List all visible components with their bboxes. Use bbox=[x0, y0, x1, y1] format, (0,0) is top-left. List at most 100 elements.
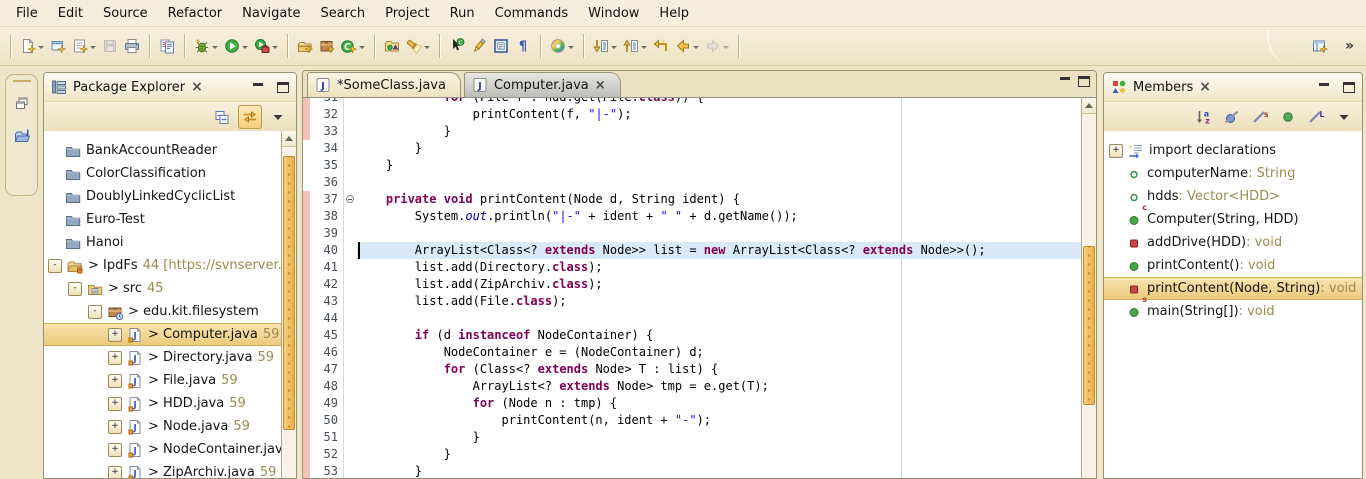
dropdown-arrow-icon[interactable] bbox=[90, 46, 96, 49]
code-text[interactable]: } bbox=[357, 157, 1081, 174]
line-number[interactable]: 40 bbox=[310, 242, 344, 259]
quick-diff-ruler[interactable] bbox=[303, 344, 310, 361]
show-source-button[interactable] bbox=[490, 32, 512, 60]
tree-item-colorclassification[interactable]: ColorClassification bbox=[44, 162, 296, 185]
code-text[interactable] bbox=[357, 310, 1081, 327]
line-number[interactable]: 36 bbox=[310, 174, 344, 191]
fold-ruler[interactable] bbox=[344, 276, 357, 293]
maximize-icon[interactable] bbox=[1343, 82, 1355, 93]
fold-ruler[interactable] bbox=[344, 327, 357, 344]
fold-ruler[interactable] bbox=[344, 208, 357, 225]
tree-item-doublylinkedcycliclist[interactable]: DoublyLinkedCyclicList bbox=[44, 185, 296, 208]
line-number[interactable]: 35 bbox=[310, 157, 344, 174]
menu-edit[interactable]: Edit bbox=[48, 3, 93, 24]
dropdown-arrow-icon[interactable] bbox=[641, 46, 647, 49]
expander-icon[interactable]: - bbox=[68, 282, 82, 296]
expander-icon[interactable]: + bbox=[108, 420, 122, 434]
tree-item-computer-java[interactable]: +J> Computer.java59 bbox=[44, 323, 296, 346]
quick-diff-ruler[interactable] bbox=[303, 157, 310, 174]
quick-diff-ruler[interactable] bbox=[303, 429, 310, 446]
fold-ruler[interactable] bbox=[344, 242, 357, 259]
member-item-computername[interactable]: computerName : String bbox=[1104, 162, 1362, 185]
member-item-adddrive-hdd[interactable]: addDrive(HDD) : void bbox=[1104, 231, 1362, 254]
perspective-overflow-chevron[interactable]: » bbox=[1345, 38, 1352, 54]
scrollbar-thumb[interactable] bbox=[283, 156, 295, 430]
forward-button[interactable] bbox=[702, 32, 732, 60]
code-text[interactable]: } bbox=[357, 446, 1081, 463]
code-text[interactable]: if (d instanceof NodeContainer) { bbox=[357, 327, 1081, 344]
run-button[interactable] bbox=[221, 32, 251, 60]
quick-diff-ruler[interactable] bbox=[303, 208, 310, 225]
member-item-computer-string-hdd[interactable]: cComputer(String, HDD) bbox=[1104, 208, 1362, 231]
line-number[interactable]: 52 bbox=[310, 446, 344, 463]
code-text[interactable]: NodeContainer e = (NodeContainer) d; bbox=[357, 344, 1081, 361]
fold-ruler[interactable] bbox=[344, 106, 357, 123]
link-with-editor-button[interactable] bbox=[238, 105, 262, 129]
code-text[interactable]: for (Class<? extends Node> T : list) { bbox=[357, 361, 1081, 378]
tree-item-node-java[interactable]: +J> Node.java59 bbox=[44, 415, 296, 438]
quick-diff-ruler[interactable] bbox=[303, 446, 310, 463]
editor-tab-someclass-java[interactable]: J*SomeClass.java bbox=[307, 72, 461, 97]
quick-diff-ruler[interactable] bbox=[303, 293, 310, 310]
code-text[interactable]: } bbox=[357, 463, 1081, 478]
line-number[interactable]: 53 bbox=[310, 463, 344, 478]
quick-diff-ruler[interactable] bbox=[303, 225, 310, 242]
fold-ruler[interactable] bbox=[344, 98, 357, 106]
fold-ruler[interactable] bbox=[344, 395, 357, 412]
new-java-project-button[interactable] bbox=[294, 32, 316, 60]
line-number[interactable]: 43 bbox=[310, 293, 344, 310]
maximize-icon[interactable] bbox=[277, 82, 289, 93]
run-external-button[interactable] bbox=[251, 32, 281, 60]
expander-icon[interactable]: + bbox=[108, 466, 122, 479]
menu-window[interactable]: Window bbox=[578, 3, 649, 24]
line-number[interactable]: 44 bbox=[310, 310, 344, 327]
member-item-import-declarations[interactable]: +import declarations bbox=[1104, 139, 1362, 162]
editor-area[interactable]: 31 for (File f : hdd.get(File.class)) {3… bbox=[303, 98, 1096, 478]
code-text[interactable] bbox=[357, 225, 1081, 242]
package-explorer-scrollbar[interactable] bbox=[281, 131, 296, 478]
dropdown-arrow-icon[interactable] bbox=[693, 46, 699, 49]
hide-local-button[interactable]: L bbox=[1304, 105, 1328, 129]
hide-static-button[interactable]: s bbox=[1248, 105, 1272, 129]
tree-item-edu-kit-filesystem[interactable]: -> edu.kit.filesystem bbox=[44, 300, 296, 323]
dropdown-arrow-icon[interactable] bbox=[359, 46, 365, 49]
fold-ruler[interactable] bbox=[344, 174, 357, 191]
line-number[interactable]: 42 bbox=[310, 276, 344, 293]
pointer-badge-button[interactable]: C bbox=[446, 32, 468, 60]
quick-diff-ruler[interactable] bbox=[303, 412, 310, 429]
search-button[interactable] bbox=[403, 32, 433, 60]
minimize-icon[interactable] bbox=[1318, 82, 1330, 93]
expander-icon[interactable]: - bbox=[48, 259, 62, 273]
new-template-button[interactable] bbox=[69, 32, 99, 60]
menu-search[interactable]: Search bbox=[310, 3, 375, 24]
code-text[interactable]: printContent(n, ident + "-"); bbox=[357, 412, 1081, 429]
show-whitespace-button[interactable]: ¶ bbox=[512, 32, 534, 60]
fold-ruler[interactable] bbox=[344, 446, 357, 463]
quick-diff-ruler[interactable] bbox=[303, 327, 310, 344]
fold-ruler[interactable] bbox=[344, 463, 357, 478]
minimize-icon[interactable] bbox=[252, 82, 264, 93]
maximize-icon[interactable] bbox=[1078, 76, 1090, 87]
expander-icon[interactable]: + bbox=[108, 374, 122, 388]
menu-source[interactable]: Source bbox=[93, 3, 158, 24]
tree-item-directory-java[interactable]: +J> Directory.java59 bbox=[44, 346, 296, 369]
expander-icon[interactable]: + bbox=[1109, 144, 1123, 158]
line-number[interactable]: 51 bbox=[310, 429, 344, 446]
fastview-handle[interactable] bbox=[13, 80, 31, 82]
fold-ruler[interactable] bbox=[344, 123, 357, 140]
dropdown-arrow-icon[interactable] bbox=[568, 46, 574, 49]
last-edit-button[interactable] bbox=[650, 32, 672, 60]
menu-run[interactable]: Run bbox=[440, 3, 485, 24]
back-button[interactable] bbox=[672, 32, 702, 60]
fold-ruler[interactable] bbox=[344, 412, 357, 429]
tree-item-ziparchiv-java[interactable]: +J> ZipArchiv.java59 bbox=[44, 461, 296, 478]
line-number[interactable]: 38 bbox=[310, 208, 344, 225]
collapse-marker-icon[interactable] bbox=[346, 195, 354, 203]
save-button[interactable] bbox=[99, 32, 121, 60]
line-number[interactable]: 47 bbox=[310, 361, 344, 378]
code-text[interactable]: } bbox=[357, 429, 1081, 446]
restore-view-button[interactable] bbox=[10, 91, 34, 115]
code-text[interactable]: list.add(Directory.class); bbox=[357, 259, 1081, 276]
open-perspective-button[interactable] bbox=[1309, 32, 1331, 60]
sort-button[interactable]: az bbox=[1192, 105, 1216, 129]
